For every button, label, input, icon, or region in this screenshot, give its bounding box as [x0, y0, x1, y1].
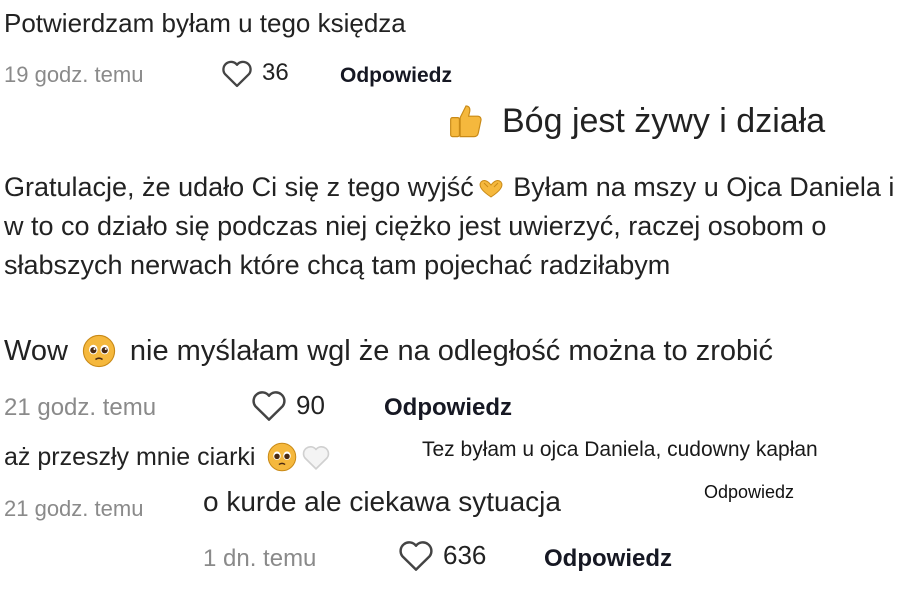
heart-icon[interactable] [301, 443, 331, 471]
comment-timestamp: 21 godz. temu [4, 394, 157, 421]
like-count: 636 [443, 539, 487, 570]
comment-paragraph: Gratulacje, że udało Ci się z tego wyjść… [4, 168, 896, 285]
comment-timestamp: 19 godz. temu [4, 62, 144, 87]
heart-hands-icon [479, 179, 503, 198]
reply-button[interactable]: Odpowiedz [340, 64, 452, 88]
reply-button[interactable]: Odpowiedz [384, 394, 512, 422]
highlight-text: Bóg jest żywy i działa [502, 102, 826, 140]
comment-text: Wow nie myślałam wgl że na odległość moż… [4, 334, 773, 368]
reply-button[interactable]: Odpowiedz [544, 545, 672, 573]
thumbs-up-icon [450, 104, 482, 137]
comment-text: o kurde ale ciekawa sytuacja [203, 486, 561, 517]
pleading-face-icon [268, 442, 297, 472]
comment-text: Tez byłam u ojca Daniela, cudowny kapłan [422, 438, 818, 461]
like-button[interactable]: 90 [250, 388, 325, 422]
comment-text: aż przeszły mnie ciarki [4, 442, 331, 472]
heart-icon [222, 60, 252, 88]
like-count: 90 [296, 389, 325, 420]
like-button[interactable]: 36 [220, 58, 289, 88]
pleading-face-icon [82, 334, 116, 368]
highlight-comment: Bóg jest żywy i działa [448, 102, 825, 141]
like-button[interactable]: 636 [397, 538, 486, 572]
comment-text-rest: nie myślałam wgl że na odległość można t… [129, 334, 774, 367]
comment-text: Potwierdzam byłam u tego księdza [4, 8, 406, 38]
comment-timestamp: 1 dn. temu [203, 545, 317, 572]
comment-text-start: Gratulacje, że udało Ci się z tego wyjść [4, 172, 474, 202]
reply-button[interactable]: Odpowiedz [704, 482, 794, 503]
comment-text-start: Wow [4, 334, 68, 367]
comment-timestamp: 21 godz. temu [4, 496, 144, 521]
heart-icon [252, 391, 286, 421]
heart-icon [399, 541, 433, 571]
comment-text-start: aż przeszły mnie ciarki [4, 442, 256, 471]
like-count: 36 [262, 59, 289, 86]
